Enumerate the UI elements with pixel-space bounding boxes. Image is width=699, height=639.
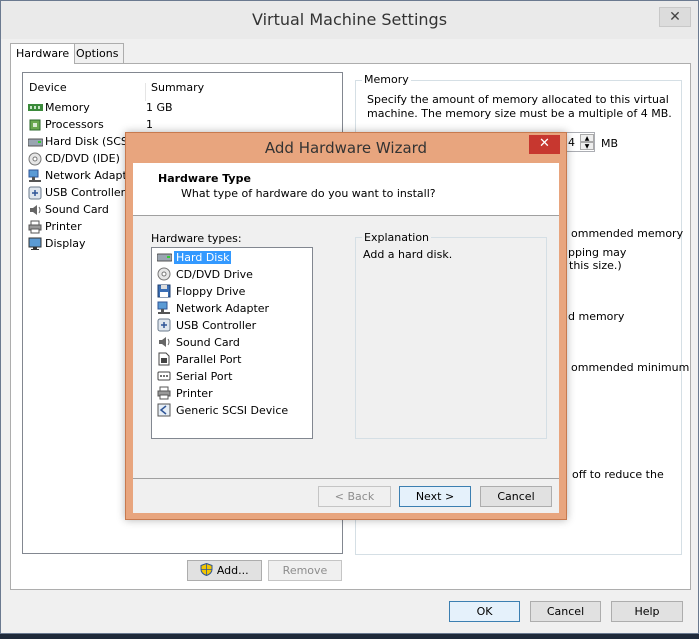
wizard-header-title: Hardware Type	[158, 172, 251, 185]
tab-hardware[interactable]: Hardware	[10, 43, 76, 64]
window-title: Virtual Machine Settings	[1, 1, 698, 39]
hard-disk-icon	[28, 135, 43, 148]
memory-description-line1: Specify the amount of memory allocated t…	[367, 93, 669, 106]
device-name: Display	[45, 237, 86, 250]
hw-type-label: Sound Card	[176, 336, 240, 349]
hw-type-label: CD/DVD Drive	[176, 268, 253, 281]
column-device[interactable]: Device	[29, 81, 67, 94]
device-name: Printer	[45, 220, 82, 233]
wizard-cancel-button[interactable]: Cancel	[480, 486, 552, 507]
spin-down-icon[interactable]: ▼	[580, 142, 594, 150]
window-close-button[interactable]: ✕	[659, 7, 691, 27]
hw-type-sound-card[interactable]: Sound Card	[157, 335, 307, 352]
device-summary: 1	[146, 118, 153, 131]
hw-type-floppy[interactable]: Floppy Drive	[157, 284, 307, 301]
memory-group-label: Memory	[362, 73, 411, 86]
hw-type-label: Serial Port	[176, 370, 233, 383]
device-list-header: Device Summary	[29, 81, 342, 101]
hardware-types-label: Hardware types:	[151, 232, 242, 245]
hw-type-label: USB Controller	[176, 319, 257, 332]
wizard-header-subtitle: What type of hardware do you want to ins…	[181, 187, 436, 200]
column-summary[interactable]: Summary	[151, 81, 204, 94]
usb-icon	[157, 318, 171, 332]
device-name: Processors	[45, 118, 104, 131]
network-adapter-icon	[157, 301, 171, 315]
back-button[interactable]: < Back	[318, 486, 391, 507]
shield-icon	[200, 563, 213, 576]
serial-port-icon	[157, 369, 171, 383]
hw-type-label: Network Adapter	[176, 302, 270, 315]
close-icon: ✕	[539, 136, 550, 151]
display-icon	[28, 237, 42, 251]
network-adapter-icon	[28, 169, 42, 183]
column-separator	[145, 83, 146, 101]
cd-dvd-icon	[28, 152, 42, 166]
memory-icon	[28, 101, 43, 114]
add-device-button[interactable]: Add...	[187, 560, 262, 581]
cd-dvd-icon	[157, 267, 171, 281]
spin-up-icon[interactable]: ▲	[580, 134, 594, 142]
close-icon: ✕	[669, 9, 681, 25]
floppy-icon	[157, 284, 171, 298]
hw-type-printer[interactable]: Printer	[157, 386, 307, 403]
sound-card-icon	[157, 335, 171, 349]
hw-type-label: Hard Disk	[174, 251, 232, 264]
processor-icon	[28, 118, 42, 132]
next-button[interactable]: Next >	[399, 486, 471, 507]
hw-type-hard-disk[interactable]: Hard Disk	[157, 250, 307, 267]
printer-icon	[28, 220, 42, 234]
hw-type-network-adapter[interactable]: Network Adapter	[157, 301, 307, 318]
hard-disk-icon	[157, 250, 172, 264]
usb-icon	[28, 186, 42, 200]
explanation-text: Add a hard disk.	[363, 248, 453, 261]
add-label: Add...	[216, 564, 249, 577]
hw-type-label: Floppy Drive	[176, 285, 246, 298]
remove-device-button[interactable]: Remove	[268, 560, 342, 581]
printer-icon	[157, 386, 171, 400]
help-button[interactable]: Help	[611, 601, 683, 622]
device-name: USB Controller	[45, 186, 126, 199]
hw-type-serial-port[interactable]: Serial Port	[157, 369, 307, 386]
wizard-close-button[interactable]: ✕	[529, 135, 560, 154]
hardware-types-list[interactable]: Hard Disk CD/DVD Drive Floppy Drive Netw…	[151, 247, 313, 439]
tab-options[interactable]: Options	[70, 43, 125, 63]
parallel-port-icon	[157, 352, 171, 366]
explanation-label: Explanation	[362, 231, 432, 244]
device-name: Memory	[45, 101, 90, 114]
hw-type-cd-dvd[interactable]: CD/DVD Drive	[157, 267, 307, 284]
wizard-title: Add Hardware Wizard	[264, 139, 428, 157]
hw-type-generic-scsi[interactable]: Generic SCSI Device	[157, 403, 307, 420]
hw-type-label: Printer	[176, 387, 213, 400]
recommended-minimum-text: ommended minimum	[571, 361, 690, 374]
explanation-group: Explanation Add a hard disk.	[355, 231, 547, 439]
size-text: this size.)	[569, 259, 622, 272]
hw-type-parallel-port[interactable]: Parallel Port	[157, 352, 307, 369]
wizard-body: Hardware Type What type of hardware do y…	[133, 163, 559, 513]
wizard-header: Hardware Type What type of hardware do y…	[133, 163, 559, 216]
hw-type-usb-controller[interactable]: USB Controller	[157, 318, 307, 335]
memory-description-line2: machine. The memory size must be a multi…	[367, 107, 672, 120]
reduce-text: off to reduce the	[572, 468, 664, 481]
sound-card-icon	[28, 203, 42, 217]
hw-type-label: Parallel Port	[176, 353, 242, 366]
cancel-button[interactable]: Cancel	[530, 601, 601, 622]
hw-type-label: Generic SCSI Device	[176, 404, 289, 417]
device-row-memory[interactable]: Memory 1 GB	[28, 100, 338, 117]
device-summary: 1 GB	[146, 101, 173, 114]
device-name: Sound Card	[45, 203, 109, 216]
scsi-icon	[157, 403, 171, 417]
recommended-memory-text: ommended memory	[571, 227, 684, 240]
device-name: CD/DVD (IDE)	[45, 152, 120, 165]
guest-memory-text: d memory	[568, 310, 625, 323]
memory-unit: MB	[601, 137, 619, 150]
add-hardware-wizard-dialog: Add Hardware Wizard ✕ Hardware Type What…	[125, 132, 567, 520]
memory-value: 4	[568, 136, 575, 149]
device-name: Hard Disk (SCSI)	[45, 135, 136, 148]
wizard-footer-separator	[133, 478, 559, 479]
swapping-text: pping may	[568, 246, 627, 259]
ok-button[interactable]: OK	[449, 601, 520, 622]
